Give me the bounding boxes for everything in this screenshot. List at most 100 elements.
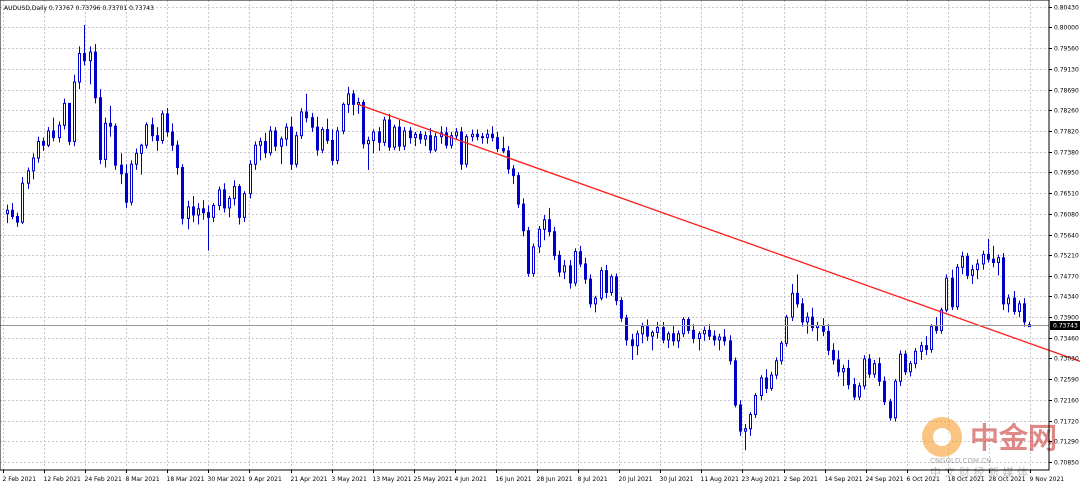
candle-body-down (223, 189, 226, 209)
candle (465, 134, 468, 168)
candle (997, 254, 1000, 276)
candle-body-up (47, 130, 50, 146)
candle-body-up (636, 333, 639, 347)
candle (600, 267, 603, 301)
candle-body-down (765, 377, 768, 389)
candle-body-up (894, 380, 897, 419)
candle (460, 127, 463, 170)
x-tick-label: 28 Oct 2021 (989, 476, 1026, 483)
candle-body-down (687, 319, 690, 331)
candle (52, 117, 55, 142)
candle (734, 357, 737, 408)
candle (811, 307, 814, 332)
candle (847, 359, 850, 390)
candle (729, 335, 732, 365)
candle-body-down (935, 326, 938, 331)
candle (99, 89, 102, 165)
candle (212, 203, 215, 223)
x-tick-label: 16 Jun 2021 (496, 476, 532, 483)
y-axis: 0.80430 0.80000 0.79560 0.79130 0.78690 0.782… (1049, 5, 1079, 467)
candle-body-up (321, 129, 324, 151)
candle-body-up (914, 350, 917, 365)
candle (507, 146, 510, 174)
candle-body-up (89, 51, 92, 62)
candle-body-up (1007, 297, 1010, 305)
candle (883, 376, 886, 406)
x-tick-label: 13 May 2021 (373, 476, 412, 483)
candle-body-down (264, 140, 267, 154)
candle-body-up (336, 130, 339, 161)
candle-body-up (863, 358, 866, 387)
candle (259, 137, 262, 161)
y-tick-label: 0.76950 (1054, 170, 1079, 177)
candle-body-up (197, 208, 200, 216)
candle (156, 127, 159, 151)
candle (909, 360, 912, 377)
candle (594, 295, 597, 313)
candle-body-up (858, 385, 861, 398)
candle (672, 325, 675, 346)
watermark-brand: 中金网 (970, 421, 1057, 455)
candle-body-up (909, 363, 912, 373)
candle-body-up (259, 140, 262, 146)
x-tick-label: 25 May 2021 (414, 476, 453, 483)
y-tick-label: 0.73900 (1054, 315, 1079, 322)
current-price-marker: 0.73743 (1050, 321, 1080, 330)
candle-body-down (316, 126, 319, 151)
candle (197, 203, 200, 225)
candle-body-up (940, 309, 943, 331)
candle-body-down (1023, 303, 1026, 323)
candle (372, 129, 375, 154)
y-tick-label: 0.73030 (1054, 356, 1079, 363)
candle-body-up (982, 253, 985, 265)
candle-body-down (796, 292, 799, 305)
y-tick-label: 0.75640 (1054, 233, 1079, 240)
candle-body-down (662, 327, 665, 341)
candle (502, 136, 505, 154)
candle-body-up (961, 255, 964, 268)
candle (171, 123, 174, 151)
candle-body-down (192, 206, 195, 216)
candle-body-up (899, 353, 902, 382)
candle-body-down (672, 333, 675, 342)
candle-body-down (734, 360, 737, 406)
candle (589, 274, 592, 308)
candle-body-up (414, 133, 417, 139)
watermark-logo-inner-icon (933, 428, 951, 446)
candle-body-down (1013, 297, 1016, 312)
candle (321, 127, 324, 154)
x-tick-label: 18 Oct 2021 (948, 476, 985, 483)
candle-body-down (992, 258, 995, 264)
candle (249, 160, 252, 199)
candle (791, 283, 794, 321)
candle-body-up (285, 126, 288, 140)
candle (760, 375, 763, 401)
candle-body-up (594, 297, 597, 305)
candle-body-down (11, 209, 14, 217)
candle-body-up (1018, 303, 1021, 312)
x-tick-label: 30 Mar 2021 (208, 476, 246, 483)
candle-body-up (677, 333, 680, 342)
x-tick-label: 30 Jul 2021 (660, 476, 694, 483)
y-tick-label: 0.77380 (1054, 150, 1079, 157)
candle (202, 200, 205, 220)
candle-body-down (94, 51, 97, 99)
x-tick-label: 8 Jul 2021 (578, 476, 608, 483)
candle-body-down (171, 131, 174, 146)
candle-body-up (656, 327, 659, 333)
candle-body-up (73, 81, 76, 142)
candle (832, 343, 835, 365)
candle (130, 160, 133, 206)
candlestick-chart[interactable]: 中金网 CNGOLD.COM.CN 中 文 财 经 新 媒 体 0.804300… (0, 0, 1080, 489)
candle-body-down (156, 135, 159, 141)
candle-body-up (228, 197, 231, 209)
candle (243, 191, 246, 223)
candle-body-down (305, 111, 308, 119)
candle-body-up (785, 316, 788, 344)
candle-body-up (424, 135, 427, 140)
candle (956, 263, 959, 311)
x-tick-label: 3 May 2021 (332, 476, 367, 483)
candle-body-up (842, 367, 845, 373)
candle-body-up (104, 122, 107, 160)
candle-body-down (522, 203, 525, 232)
